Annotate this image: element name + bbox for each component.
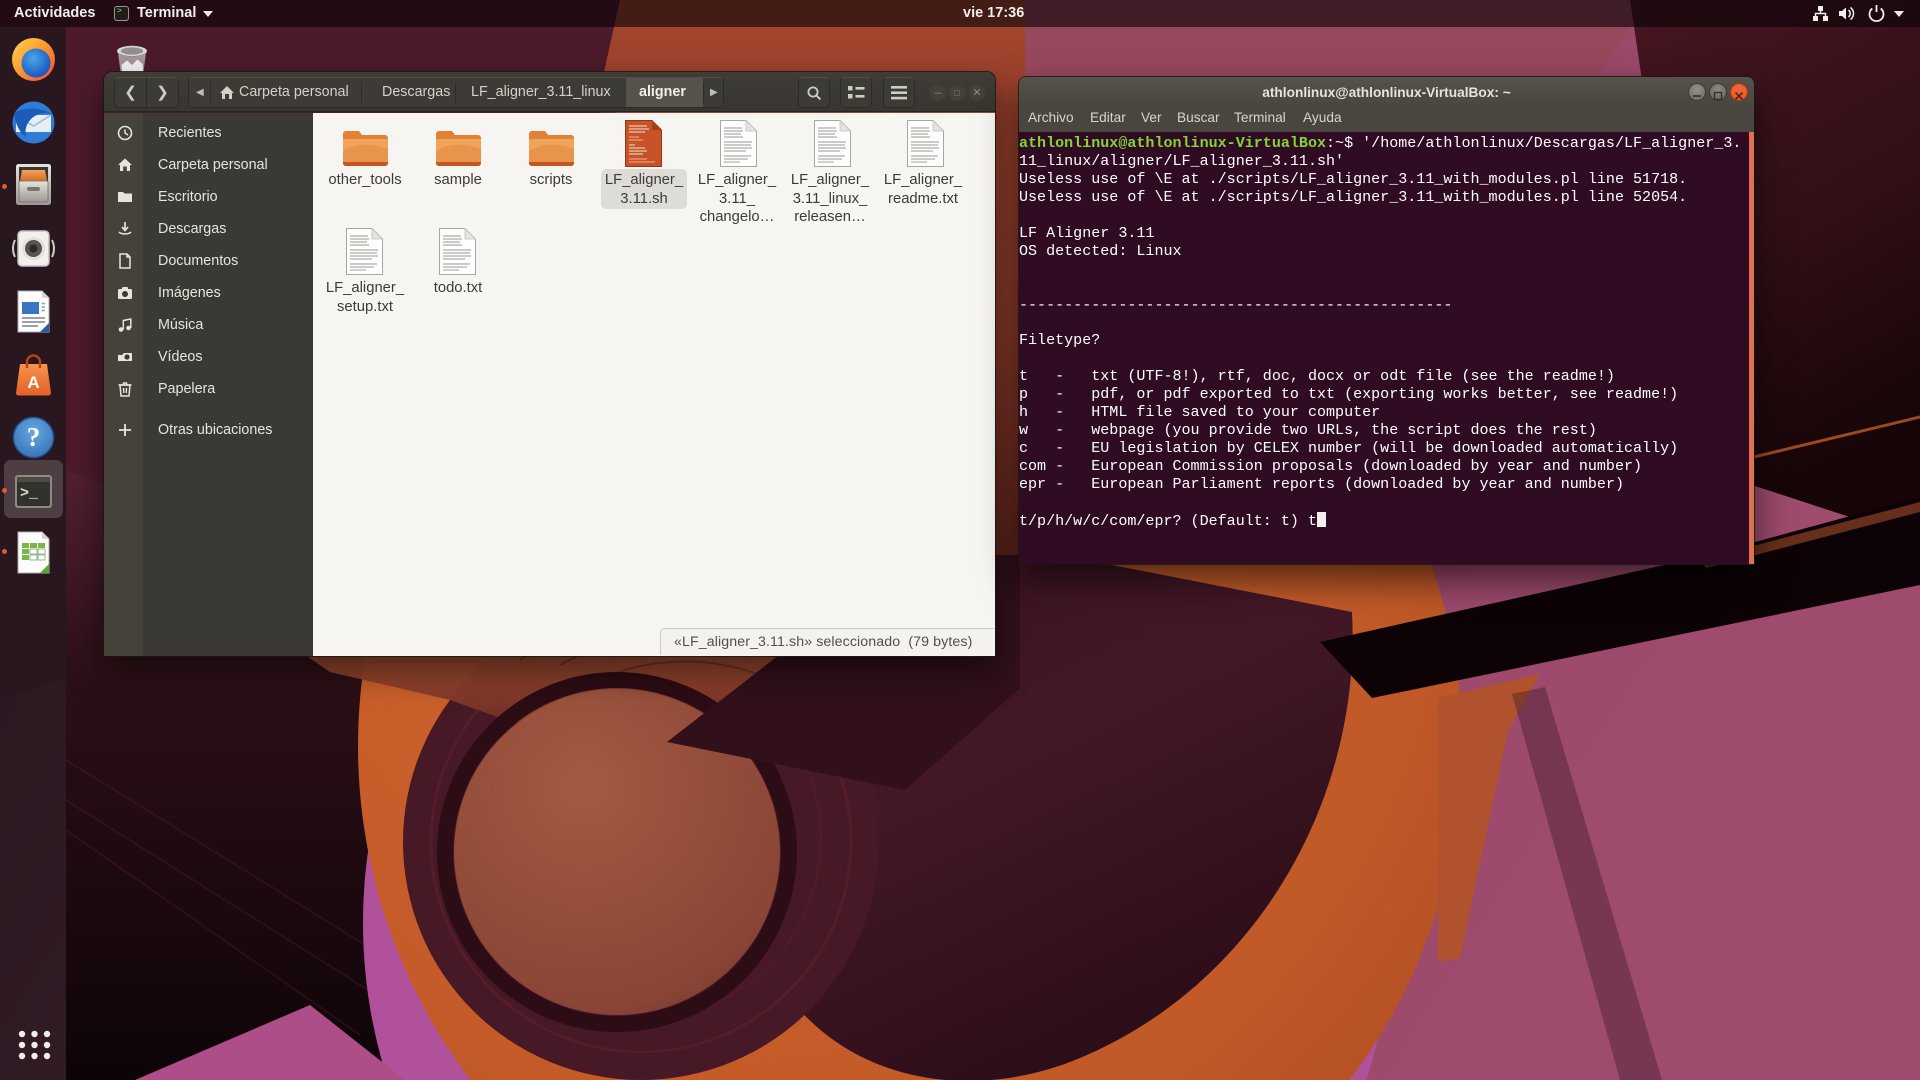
svg-text:?: ? [27, 422, 41, 452]
svg-text:A: A [27, 373, 39, 392]
svg-text:>_: >_ [20, 485, 39, 502]
